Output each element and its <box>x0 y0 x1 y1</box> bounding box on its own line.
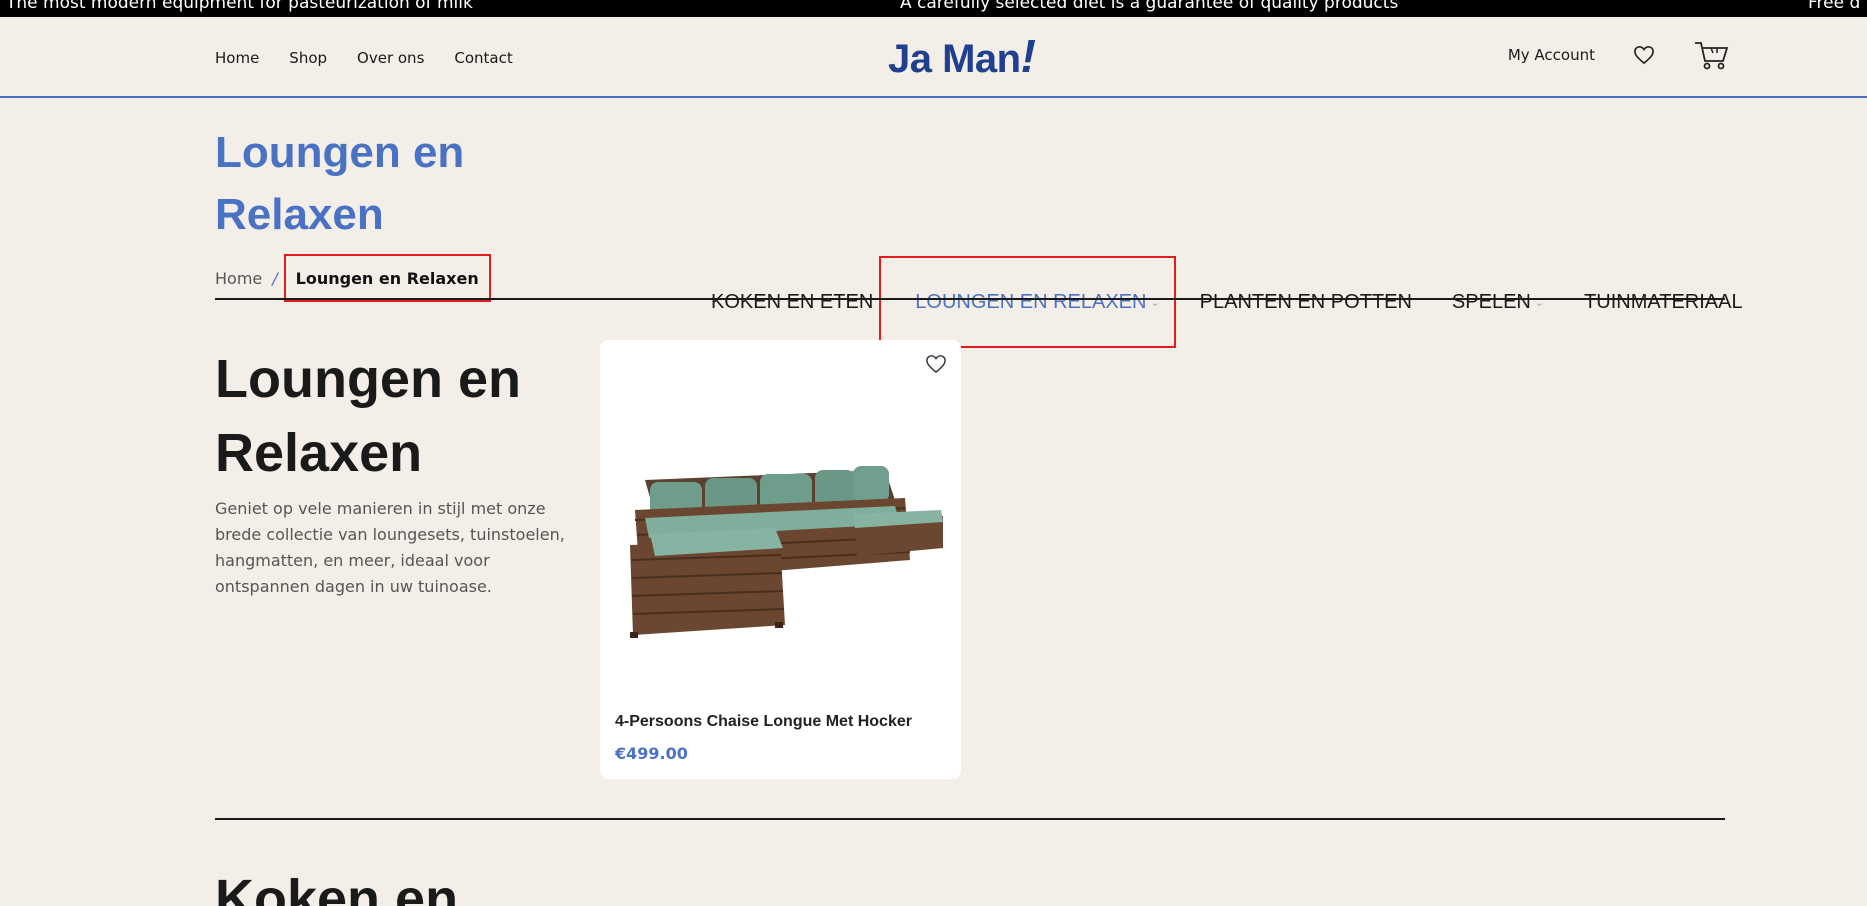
wishlist-icon[interactable] <box>1633 45 1655 65</box>
nav-home-link[interactable]: Home <box>215 49 259 67</box>
category-label: TUINMATERIAAL <box>1584 290 1743 313</box>
ticker-text-center: A carefully selected diet is a guarantee… <box>900 0 1399 13</box>
product-image-sofa[interactable] <box>625 460 945 640</box>
section-description: Geniet op vele manieren in stijl met onz… <box>215 499 565 596</box>
category-koken-en-eten[interactable]: KOKEN EN ETEN <box>711 284 873 320</box>
breadcrumb-separator: / <box>272 268 278 288</box>
breadcrumb-current: Loungen en Relaxen <box>283 254 491 302</box>
category-label: KOKEN EN ETEN <box>711 290 874 313</box>
section-title: Loungen en Relaxen <box>215 349 521 483</box>
cart-icon[interactable] <box>1693 39 1729 71</box>
category-planten-en-potten[interactable]: PLANTEN EN POTTEN <box>1200 284 1412 320</box>
nav-contact-link[interactable]: Contact <box>454 49 512 67</box>
logo-text: Ja Man <box>888 37 1021 81</box>
section-divider <box>215 818 1725 820</box>
ticker-text-left: The most modern equipment for pasteuriza… <box>6 0 473 13</box>
product-price: €499.00 <box>615 744 688 763</box>
my-account-link[interactable]: My Account <box>1508 46 1595 64</box>
breadcrumb: Home / Loungen en Relaxen <box>215 254 491 302</box>
page-title: Loungen en Relaxen <box>215 128 465 239</box>
category-spelen[interactable]: SPELEN ⌄ <box>1452 284 1544 320</box>
main-nav: Home Shop Over ons Contact <box>215 49 513 67</box>
header-actions: My Account <box>1508 39 1729 71</box>
category-label: PLANTEN EN POTTEN <box>1199 290 1412 313</box>
next-section-title: Koken en <box>215 869 459 906</box>
category-nav: KOKEN EN ETEN LOUNGEN EN RELAXEN ⌄ PLANTE… <box>711 256 1743 348</box>
announcement-bar: The most modern equipment for pasteuriza… <box>0 0 1867 17</box>
add-to-wishlist-icon[interactable] <box>925 354 947 378</box>
site-logo[interactable]: Ja Man! <box>888 29 1036 83</box>
logo-mark: ! <box>1020 30 1036 82</box>
category-tuinmateriaal[interactable]: TUINMATERIAAL <box>1584 284 1743 320</box>
product-card[interactable]: 4-Persoons Chaise Longue Met Hocker €499… <box>600 340 961 779</box>
category-label: SPELEN <box>1451 290 1531 313</box>
category-nav-divider <box>215 298 1725 300</box>
category-label: LOUNGEN EN RELAXEN <box>915 290 1147 313</box>
ticker-text-right: Free d <box>1808 0 1861 13</box>
nav-about-link[interactable]: Over ons <box>357 49 424 67</box>
nav-shop-link[interactable]: Shop <box>289 49 327 67</box>
product-name[interactable]: 4-Persoons Chaise Longue Met Hocker <box>615 713 912 731</box>
breadcrumb-home-link[interactable]: Home <box>215 269 262 288</box>
category-loungen-en-relaxen[interactable]: LOUNGEN EN RELAXEN ⌄ <box>879 256 1176 348</box>
site-header: Home Shop Over ons Contact Ja Man! My Ac… <box>0 17 1867 98</box>
